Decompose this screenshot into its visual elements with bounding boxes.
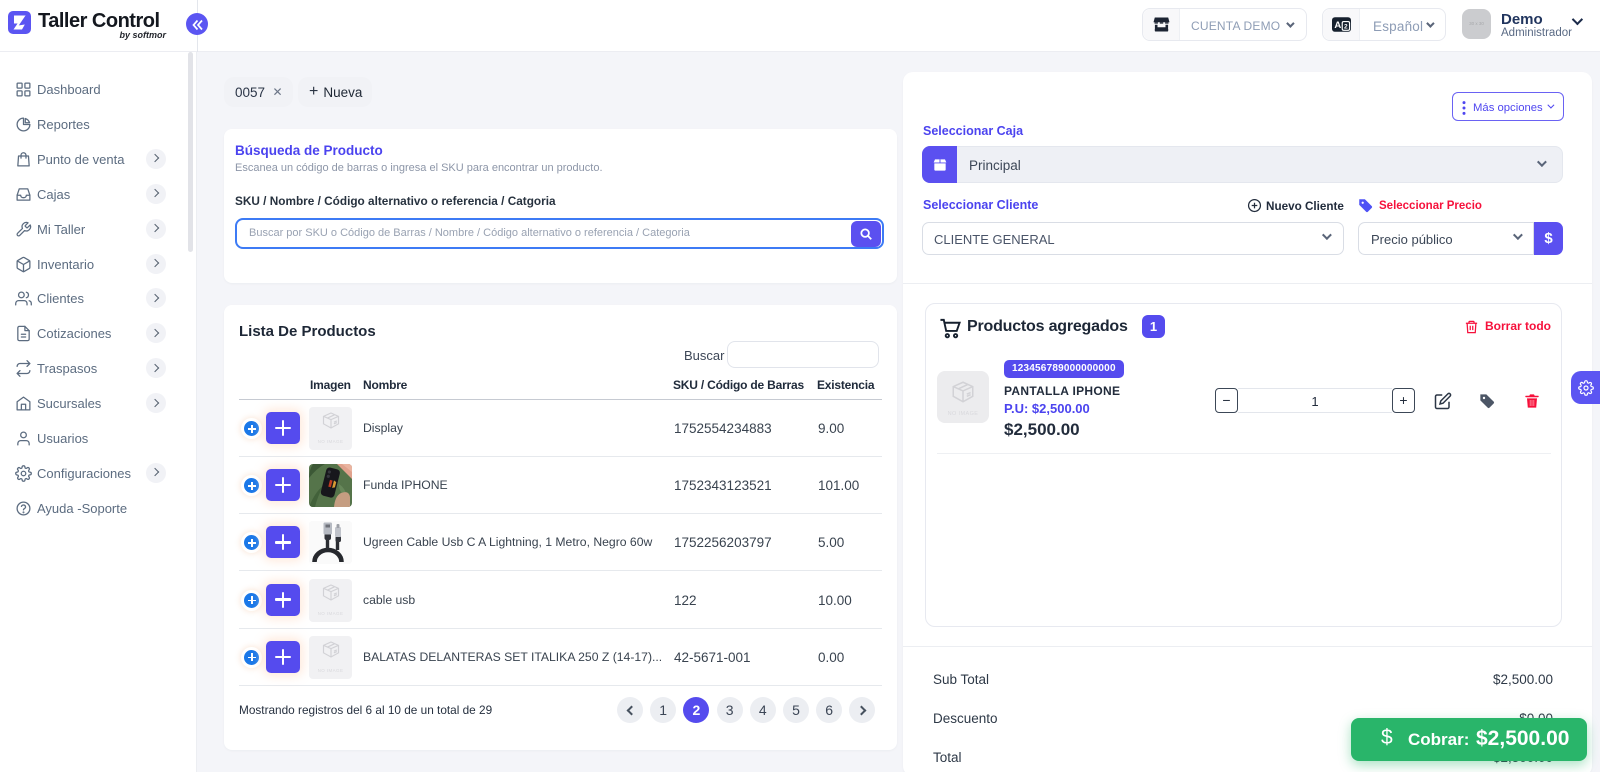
svg-text:A: A [1334, 20, 1341, 31]
svg-text:2: 2 [1344, 23, 1348, 30]
